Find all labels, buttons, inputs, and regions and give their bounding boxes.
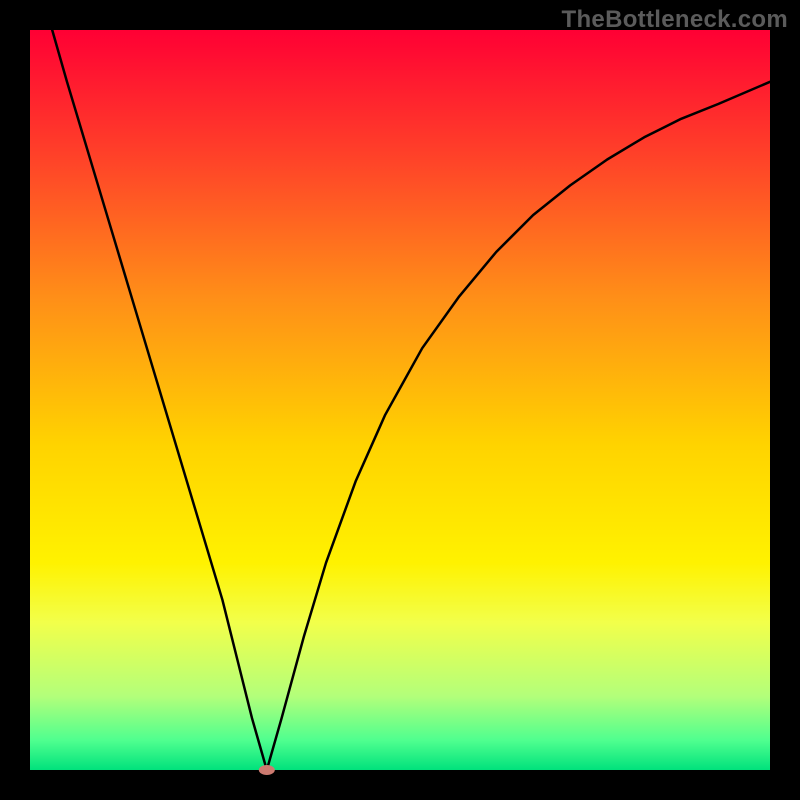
chart-frame: TheBottleneck.com <box>0 0 800 800</box>
minimum-marker <box>259 765 275 775</box>
bottleneck-curve <box>52 30 770 770</box>
curve-svg <box>30 30 770 770</box>
